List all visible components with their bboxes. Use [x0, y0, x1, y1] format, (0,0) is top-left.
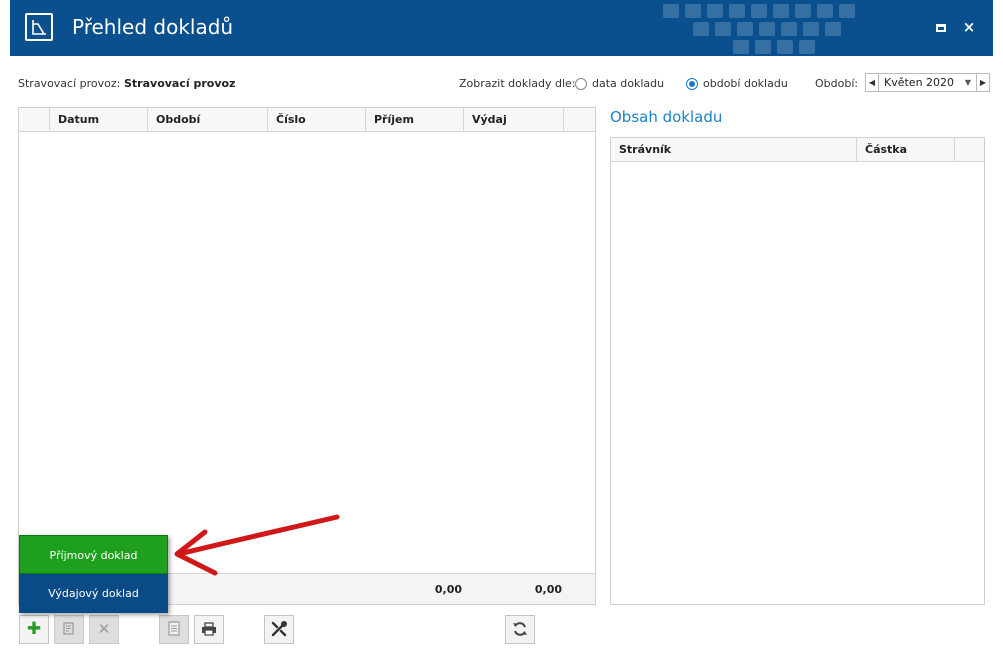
chevron-down-icon[interactable]: ▼ — [962, 74, 974, 91]
period-selector[interactable]: ◀ Květen 2020 ▼ ▶ — [865, 73, 990, 92]
content-grid[interactable]: Strávník Částka — [610, 137, 985, 605]
print-button[interactable] — [194, 615, 224, 644]
previous-period-button[interactable]: ◀ — [866, 74, 879, 91]
document-icon — [160, 616, 188, 643]
provoz-label: Stravovací provoz: — [18, 77, 121, 90]
period-value[interactable]: Květen 2020 — [884, 76, 954, 89]
radio-obdobi-dokladu-label[interactable]: období dokladu — [703, 77, 788, 90]
title-bar-pattern — [663, 4, 855, 54]
column-header-prijem[interactable]: Příjem — [365, 108, 463, 132]
provoz-value: Stravovací provoz — [124, 77, 236, 90]
edit-icon — [55, 616, 83, 643]
obdobi-label: Období: — [815, 77, 859, 90]
content-grid-header: Strávník Částka — [611, 138, 984, 162]
column-header-obdobi[interactable]: Období — [147, 108, 267, 132]
tools-icon — [265, 616, 293, 643]
delete-icon: ✕ — [97, 620, 111, 638]
column-header-vydaj[interactable]: Výdaj — [463, 108, 563, 132]
add-document-menu: Příjmový doklad Výdajový doklad — [19, 535, 168, 613]
edit-button[interactable] — [54, 615, 84, 644]
add-button[interactable]: ✚ — [19, 615, 49, 644]
total-prijem: 0,00 — [434, 583, 462, 596]
title-bar: Přehled dokladů × — [10, 0, 993, 56]
radio-data-dokladu[interactable] — [575, 78, 587, 90]
refresh-icon — [506, 616, 534, 643]
tools-button[interactable] — [264, 615, 294, 644]
document-overview-icon — [25, 13, 53, 41]
documents-grid-header: Datum Období Číslo Příjem Výdaj — [19, 108, 595, 132]
total-vydaj: 0,00 — [534, 583, 562, 596]
plus-icon: ✚ — [26, 619, 42, 639]
close-button[interactable]: × — [960, 18, 978, 36]
menu-item-prijmovy-doklad[interactable]: Příjmový doklad — [19, 535, 168, 574]
column-header-cislo[interactable]: Číslo — [267, 108, 365, 132]
next-period-button[interactable]: ▶ — [976, 74, 989, 91]
close-icon: × — [962, 18, 976, 36]
zobrazit-label: Zobrazit doklady dle: — [459, 77, 576, 90]
refresh-button[interactable] — [505, 615, 535, 644]
column-header-stravnik[interactable]: Strávník — [611, 138, 856, 162]
annotation-arrow-icon — [174, 514, 340, 576]
window-title: Přehled dokladů — [72, 15, 234, 39]
print-icon — [195, 616, 223, 643]
column-header-datum[interactable]: Datum — [49, 108, 147, 132]
delete-button[interactable]: ✕ — [89, 615, 119, 644]
content-panel-title: Obsah dokladu — [610, 108, 723, 126]
maximize-button[interactable] — [932, 18, 950, 36]
document-button[interactable] — [159, 615, 189, 644]
radio-obdobi-dokladu[interactable] — [686, 78, 698, 90]
column-header-castka[interactable]: Částka — [856, 138, 954, 162]
maximize-icon — [936, 24, 946, 32]
radio-data-dokladu-label[interactable]: data dokladu — [592, 77, 664, 90]
menu-item-vydajovy-doklad[interactable]: Výdajový doklad — [19, 574, 168, 613]
column-header-spacer — [563, 108, 595, 132]
column-header-spacer — [954, 138, 984, 162]
